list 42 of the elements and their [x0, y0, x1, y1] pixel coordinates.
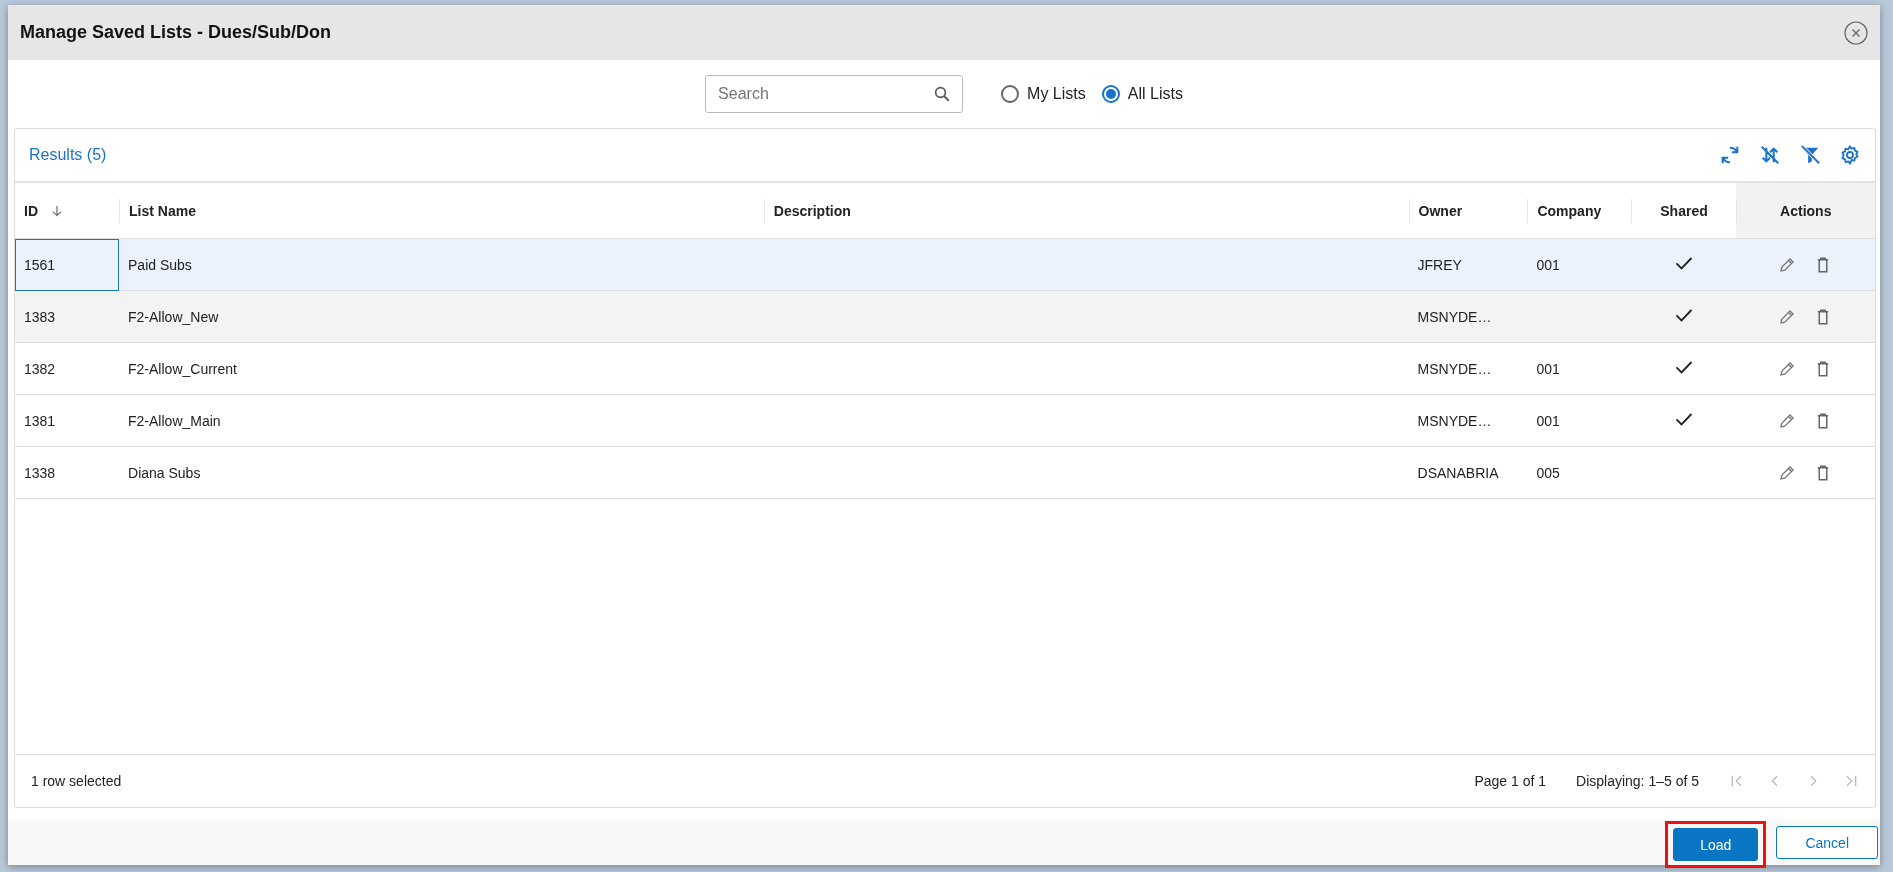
table-cell: 1383: [15, 290, 120, 343]
clear-filter-icon[interactable]: [1799, 144, 1821, 166]
settings-icon[interactable]: [1839, 144, 1861, 166]
table-cell: MSNYDE…: [1408, 342, 1528, 395]
table-cell: 1381: [15, 394, 120, 447]
table-cell: F2-Allow_Current: [119, 342, 764, 395]
table-cell: F2-Allow_Main: [119, 394, 764, 447]
table-cell: 001: [1527, 394, 1632, 447]
dialog-title: Manage Saved Lists - Dues/Sub/Don: [20, 22, 332, 43]
table-cell: 001: [1527, 238, 1632, 291]
table-cell: 1561: [15, 238, 120, 291]
selection-status: 1 row selected: [31, 773, 122, 789]
clear-sort-icon[interactable]: [1759, 144, 1781, 166]
table-cell: Diana Subs: [119, 446, 764, 499]
table-cell: DSANABRIA: [1408, 446, 1528, 499]
table-cell: 005: [1527, 446, 1632, 499]
column-header[interactable]: ID: [24, 202, 38, 219]
cancel-button[interactable]: Cancel: [1776, 826, 1878, 859]
table-cell: 1338: [15, 446, 120, 499]
load-button[interactable]: Load: [1673, 828, 1759, 861]
column-header[interactable]: Owner: [1418, 202, 1463, 219]
refresh-icon[interactable]: [1719, 144, 1741, 166]
close-button[interactable]: [1844, 20, 1868, 45]
displaying-status: Displaying: 1–5 of 5: [1576, 773, 1699, 789]
table-cell: F2-Allow_New: [119, 290, 764, 343]
table-cell: MSNYDE…: [1408, 290, 1528, 343]
table-cell: Paid Subs: [119, 238, 764, 291]
column-header[interactable]: Company: [1537, 202, 1602, 219]
table-cell: MSNYDE…: [1408, 394, 1528, 447]
table-cell: 001: [1527, 342, 1632, 395]
scope-radio[interactable]: My Lists: [1001, 85, 1086, 103]
scope-radio[interactable]: All Lists: [1101, 85, 1183, 103]
page-status: Page 1 of 1: [1474, 773, 1547, 789]
table-cell: JFREY: [1408, 238, 1528, 291]
column-header[interactable]: Description: [773, 202, 851, 219]
search-field[interactable]: Search: [705, 75, 964, 113]
table-cell: 1382: [15, 342, 120, 395]
column-header[interactable]: Actions: [1780, 202, 1832, 219]
column-header[interactable]: List Name: [129, 202, 196, 219]
search-icon: [933, 85, 952, 103]
column-header[interactable]: Shared: [1660, 202, 1708, 219]
results-count: Results (5): [29, 146, 107, 164]
